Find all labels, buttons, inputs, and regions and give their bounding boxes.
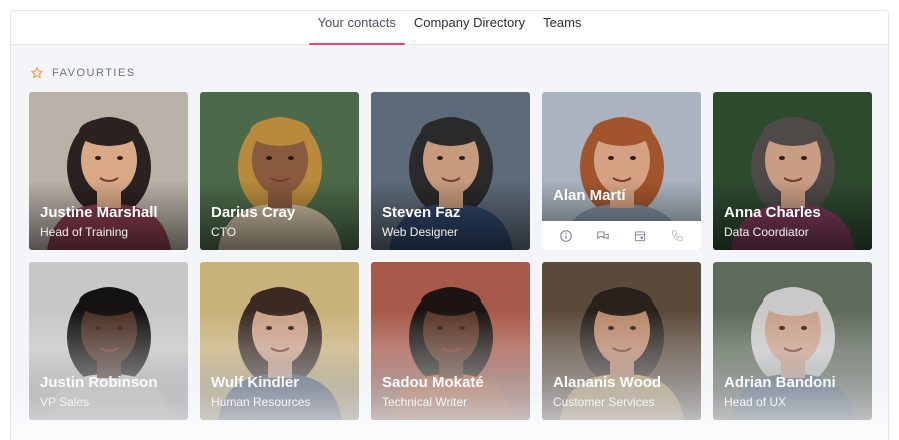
contacts-panel: Your contacts Company Directory Teams FA… xyxy=(10,10,889,440)
contact-name: Adrian Bandoni xyxy=(724,374,836,391)
contact-name: Justin Robinson xyxy=(40,374,158,391)
contact-name: Wulf Kindler xyxy=(211,374,300,391)
contact-role: Data Coordiator xyxy=(724,225,809,239)
contact-name: Alananis Wood xyxy=(553,374,662,391)
calendar-icon[interactable] xyxy=(631,227,649,245)
chat-icon[interactable] xyxy=(594,227,612,245)
contact-name: Anna Charles xyxy=(724,204,821,221)
contact-role: Head of UX xyxy=(724,395,787,409)
contact-card[interactable]: Justine Marshall Head of Training xyxy=(29,92,188,250)
contact-role: CTO xyxy=(211,225,237,239)
phone-icon[interactable] xyxy=(668,227,686,245)
contact-role: Customer Services xyxy=(553,395,655,409)
contact-card[interactable]: Adrian Bandoni Head of UX xyxy=(713,262,872,420)
section-title: FAVOURTIES xyxy=(52,67,136,79)
tab-company-directory[interactable]: Company Directory xyxy=(405,11,534,44)
contact-card[interactable]: Darius Cray CTO xyxy=(200,92,359,250)
contact-name: Darius Cray xyxy=(211,204,296,221)
contact-card[interactable]: Justin Robinson VP Sales xyxy=(29,262,188,420)
contact-actions xyxy=(542,221,701,250)
tab-teams[interactable]: Teams xyxy=(534,11,590,44)
star-outline-icon xyxy=(31,67,43,79)
contact-name: Justine Marshall xyxy=(40,204,158,221)
contact-name: Alan Martí xyxy=(553,187,626,204)
contact-card[interactable]: Sadou Mokaté Technical Writer xyxy=(371,262,530,420)
tab-your-contacts[interactable]: Your contacts xyxy=(308,11,406,45)
favourites-header: FAVOURTIES xyxy=(30,66,136,80)
contact-role: Technical Writer xyxy=(382,395,468,409)
tab-bar: Your contacts Company Directory Teams xyxy=(11,11,888,45)
info-icon[interactable] xyxy=(557,227,575,245)
contact-name: Sadou Mokaté xyxy=(382,374,484,391)
contact-role: Head of Training xyxy=(40,225,129,239)
contact-card[interactable]: Anna Charles Data Coordiator xyxy=(713,92,872,250)
contact-card[interactable]: Alan Martí xyxy=(542,92,701,250)
contact-card[interactable]: Steven Faz Web Designer xyxy=(371,92,530,250)
contact-role: Human Resources xyxy=(211,395,311,409)
contact-name: Steven Faz xyxy=(382,204,461,221)
contact-role: Web Designer xyxy=(382,225,458,239)
contact-role: VP Sales xyxy=(40,395,90,409)
contact-card[interactable]: Alananis Wood Customer Services xyxy=(542,262,701,420)
contact-card[interactable]: Wulf Kindler Human Resources xyxy=(200,262,359,420)
